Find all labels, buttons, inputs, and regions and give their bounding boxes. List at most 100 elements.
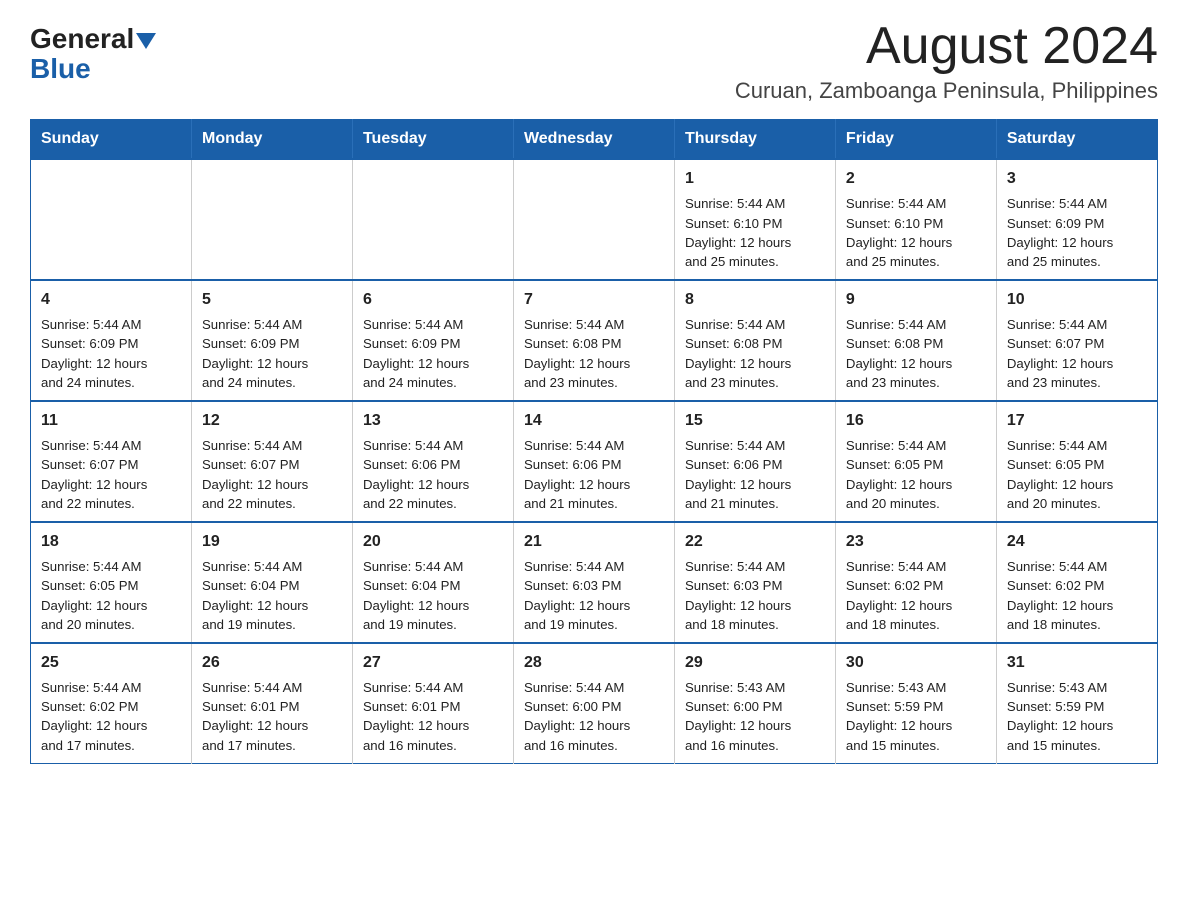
day-info: Sunrise: 5:44 AM Sunset: 6:09 PM Dayligh… — [41, 315, 181, 392]
calendar-cell: 10 Sunrise: 5:44 AM Sunset: 6:07 PM Dayli… — [996, 280, 1157, 401]
calendar-cell: 9Sunrise: 5:44 AM Sunset: 6:08 PM Daylig… — [835, 280, 996, 401]
day-info: Sunrise: 5:44 AM Sunset: 6:02 PM Dayligh… — [41, 678, 181, 755]
calendar-cell: 19 Sunrise: 5:44 AM Sunset: 6:04 PM Dayli… — [191, 522, 352, 643]
day-info: Sunrise: 5:44 AM Sunset: 6:09 PM Dayligh… — [202, 315, 342, 392]
day-number: 15 — [685, 410, 825, 432]
logo-general-text: General — [30, 25, 134, 53]
day-number: 26 — [202, 652, 342, 674]
day-info: Sunrise: 5:44 AM Sunset: 6:03 PM Dayligh… — [524, 557, 664, 634]
calendar-cell: 5 Sunrise: 5:44 AM Sunset: 6:09 PM Daylig… — [191, 280, 352, 401]
day-info: Sunrise: 5:44 AM Sunset: 6:10 PM Dayligh… — [685, 194, 825, 271]
calendar-cell: 28 Sunrise: 5:44 AM Sunset: 6:00 PM Dayli… — [513, 643, 674, 763]
calendar-week-row: 18 Sunrise: 5:44 AM Sunset: 6:05 PM Dayli… — [31, 522, 1158, 643]
calendar-cell: 27 Sunrise: 5:44 AM Sunset: 6:01 PM Dayli… — [352, 643, 513, 763]
calendar-cell: 23Sunrise: 5:44 AM Sunset: 6:02 PM Dayli… — [835, 522, 996, 643]
day-info: Sunrise: 5:44 AM Sunset: 6:00 PM Dayligh… — [524, 678, 664, 755]
calendar-cell: 12Sunrise: 5:44 AM Sunset: 6:07 PM Dayli… — [191, 401, 352, 522]
day-number: 10 — [1007, 289, 1147, 311]
calendar-cell — [31, 159, 192, 280]
day-number: 20 — [363, 531, 503, 553]
calendar-cell: 24Sunrise: 5:44 AM Sunset: 6:02 PM Dayli… — [996, 522, 1157, 643]
day-number: 14 — [524, 410, 664, 432]
calendar-cell: 4 Sunrise: 5:44 AM Sunset: 6:09 PM Daylig… — [31, 280, 192, 401]
day-number: 24 — [1007, 531, 1147, 553]
calendar-cell: 16Sunrise: 5:44 AM Sunset: 6:05 PM Dayli… — [835, 401, 996, 522]
day-info: Sunrise: 5:44 AM Sunset: 6:08 PM Dayligh… — [524, 315, 664, 392]
calendar-cell: 18 Sunrise: 5:44 AM Sunset: 6:05 PM Dayli… — [31, 522, 192, 643]
day-info: Sunrise: 5:44 AM Sunset: 6:01 PM Dayligh… — [202, 678, 342, 755]
day-number: 5 — [202, 289, 342, 311]
day-number: 29 — [685, 652, 825, 674]
calendar-table: SundayMondayTuesdayWednesdayThursdayFrid… — [30, 119, 1158, 764]
calendar-cell: 15 Sunrise: 5:44 AM Sunset: 6:06 PM Dayli… — [674, 401, 835, 522]
calendar-cell: 13 Sunrise: 5:44 AM Sunset: 6:06 PM Dayli… — [352, 401, 513, 522]
day-number: 8 — [685, 289, 825, 311]
calendar-cell: 1Sunrise: 5:44 AM Sunset: 6:10 PM Daylig… — [674, 159, 835, 280]
calendar-cell: 2 Sunrise: 5:44 AM Sunset: 6:10 PM Daylig… — [835, 159, 996, 280]
day-number: 21 — [524, 531, 664, 553]
calendar-cell: 17 Sunrise: 5:44 AM Sunset: 6:05 PM Dayli… — [996, 401, 1157, 522]
calendar-cell: 21 Sunrise: 5:44 AM Sunset: 6:03 PM Dayli… — [513, 522, 674, 643]
day-number: 22 — [685, 531, 825, 553]
calendar-cell: 31Sunrise: 5:43 AM Sunset: 5:59 PM Dayli… — [996, 643, 1157, 763]
calendar-cell — [191, 159, 352, 280]
day-number: 11 — [41, 410, 181, 432]
day-info: Sunrise: 5:43 AM Sunset: 6:00 PM Dayligh… — [685, 678, 825, 755]
calendar-week-row: 1Sunrise: 5:44 AM Sunset: 6:10 PM Daylig… — [31, 159, 1158, 280]
day-info: Sunrise: 5:43 AM Sunset: 5:59 PM Dayligh… — [846, 678, 986, 755]
calendar-cell — [513, 159, 674, 280]
day-info: Sunrise: 5:44 AM Sunset: 6:05 PM Dayligh… — [1007, 436, 1147, 513]
calendar-week-row: 11 Sunrise: 5:44 AM Sunset: 6:07 PM Dayli… — [31, 401, 1158, 522]
calendar-cell: 14 Sunrise: 5:44 AM Sunset: 6:06 PM Dayli… — [513, 401, 674, 522]
logo-blue-text: Blue — [30, 53, 91, 85]
day-info: Sunrise: 5:44 AM Sunset: 6:01 PM Dayligh… — [363, 678, 503, 755]
day-info: Sunrise: 5:44 AM Sunset: 6:08 PM Dayligh… — [685, 315, 825, 392]
location-title: Curuan, Zamboanga Peninsula, Philippines — [735, 78, 1158, 104]
day-number: 3 — [1007, 168, 1147, 190]
day-info: Sunrise: 5:44 AM Sunset: 6:10 PM Dayligh… — [846, 194, 986, 271]
calendar-cell: 11 Sunrise: 5:44 AM Sunset: 6:07 PM Dayli… — [31, 401, 192, 522]
calendar-cell: 26 Sunrise: 5:44 AM Sunset: 6:01 PM Dayli… — [191, 643, 352, 763]
calendar-header-row: SundayMondayTuesdayWednesdayThursdayFrid… — [31, 120, 1158, 160]
calendar-cell: 30 Sunrise: 5:43 AM Sunset: 5:59 PM Dayli… — [835, 643, 996, 763]
calendar-header-wednesday: Wednesday — [513, 120, 674, 160]
day-number: 28 — [524, 652, 664, 674]
day-number: 17 — [1007, 410, 1147, 432]
logo-triangle-icon — [136, 33, 156, 49]
day-number: 13 — [363, 410, 503, 432]
day-info: Sunrise: 5:44 AM Sunset: 6:09 PM Dayligh… — [1007, 194, 1147, 271]
calendar-cell — [352, 159, 513, 280]
calendar-cell: 3 Sunrise: 5:44 AM Sunset: 6:09 PM Daylig… — [996, 159, 1157, 280]
day-info: Sunrise: 5:44 AM Sunset: 6:06 PM Dayligh… — [363, 436, 503, 513]
day-info: Sunrise: 5:44 AM Sunset: 6:04 PM Dayligh… — [363, 557, 503, 634]
day-info: Sunrise: 5:44 AM Sunset: 6:07 PM Dayligh… — [1007, 315, 1147, 392]
day-info: Sunrise: 5:44 AM Sunset: 6:08 PM Dayligh… — [846, 315, 986, 392]
calendar-cell: 7Sunrise: 5:44 AM Sunset: 6:08 PM Daylig… — [513, 280, 674, 401]
month-title: August 2024 — [735, 20, 1158, 72]
calendar-week-row: 4 Sunrise: 5:44 AM Sunset: 6:09 PM Daylig… — [31, 280, 1158, 401]
day-info: Sunrise: 5:44 AM Sunset: 6:02 PM Dayligh… — [846, 557, 986, 634]
calendar-cell: 29 Sunrise: 5:43 AM Sunset: 6:00 PM Dayli… — [674, 643, 835, 763]
day-number: 31 — [1007, 652, 1147, 674]
day-number: 4 — [41, 289, 181, 311]
calendar-cell: 22Sunrise: 5:44 AM Sunset: 6:03 PM Dayli… — [674, 522, 835, 643]
day-info: Sunrise: 5:44 AM Sunset: 6:07 PM Dayligh… — [41, 436, 181, 513]
day-info: Sunrise: 5:44 AM Sunset: 6:05 PM Dayligh… — [41, 557, 181, 634]
calendar-header-monday: Monday — [191, 120, 352, 160]
day-number: 2 — [846, 168, 986, 190]
day-number: 25 — [41, 652, 181, 674]
day-info: Sunrise: 5:44 AM Sunset: 6:06 PM Dayligh… — [524, 436, 664, 513]
calendar-cell: 20 Sunrise: 5:44 AM Sunset: 6:04 PM Dayli… — [352, 522, 513, 643]
day-number: 18 — [41, 531, 181, 553]
day-number: 12 — [202, 410, 342, 432]
day-number: 27 — [363, 652, 503, 674]
day-info: Sunrise: 5:44 AM Sunset: 6:05 PM Dayligh… — [846, 436, 986, 513]
calendar-header-tuesday: Tuesday — [352, 120, 513, 160]
title-block: August 2024 Curuan, Zamboanga Peninsula,… — [735, 20, 1158, 104]
calendar-header-sunday: Sunday — [31, 120, 192, 160]
day-number: 30 — [846, 652, 986, 674]
day-info: Sunrise: 5:44 AM Sunset: 6:09 PM Dayligh… — [363, 315, 503, 392]
day-info: Sunrise: 5:44 AM Sunset: 6:04 PM Dayligh… — [202, 557, 342, 634]
day-number: 19 — [202, 531, 342, 553]
day-info: Sunrise: 5:44 AM Sunset: 6:06 PM Dayligh… — [685, 436, 825, 513]
